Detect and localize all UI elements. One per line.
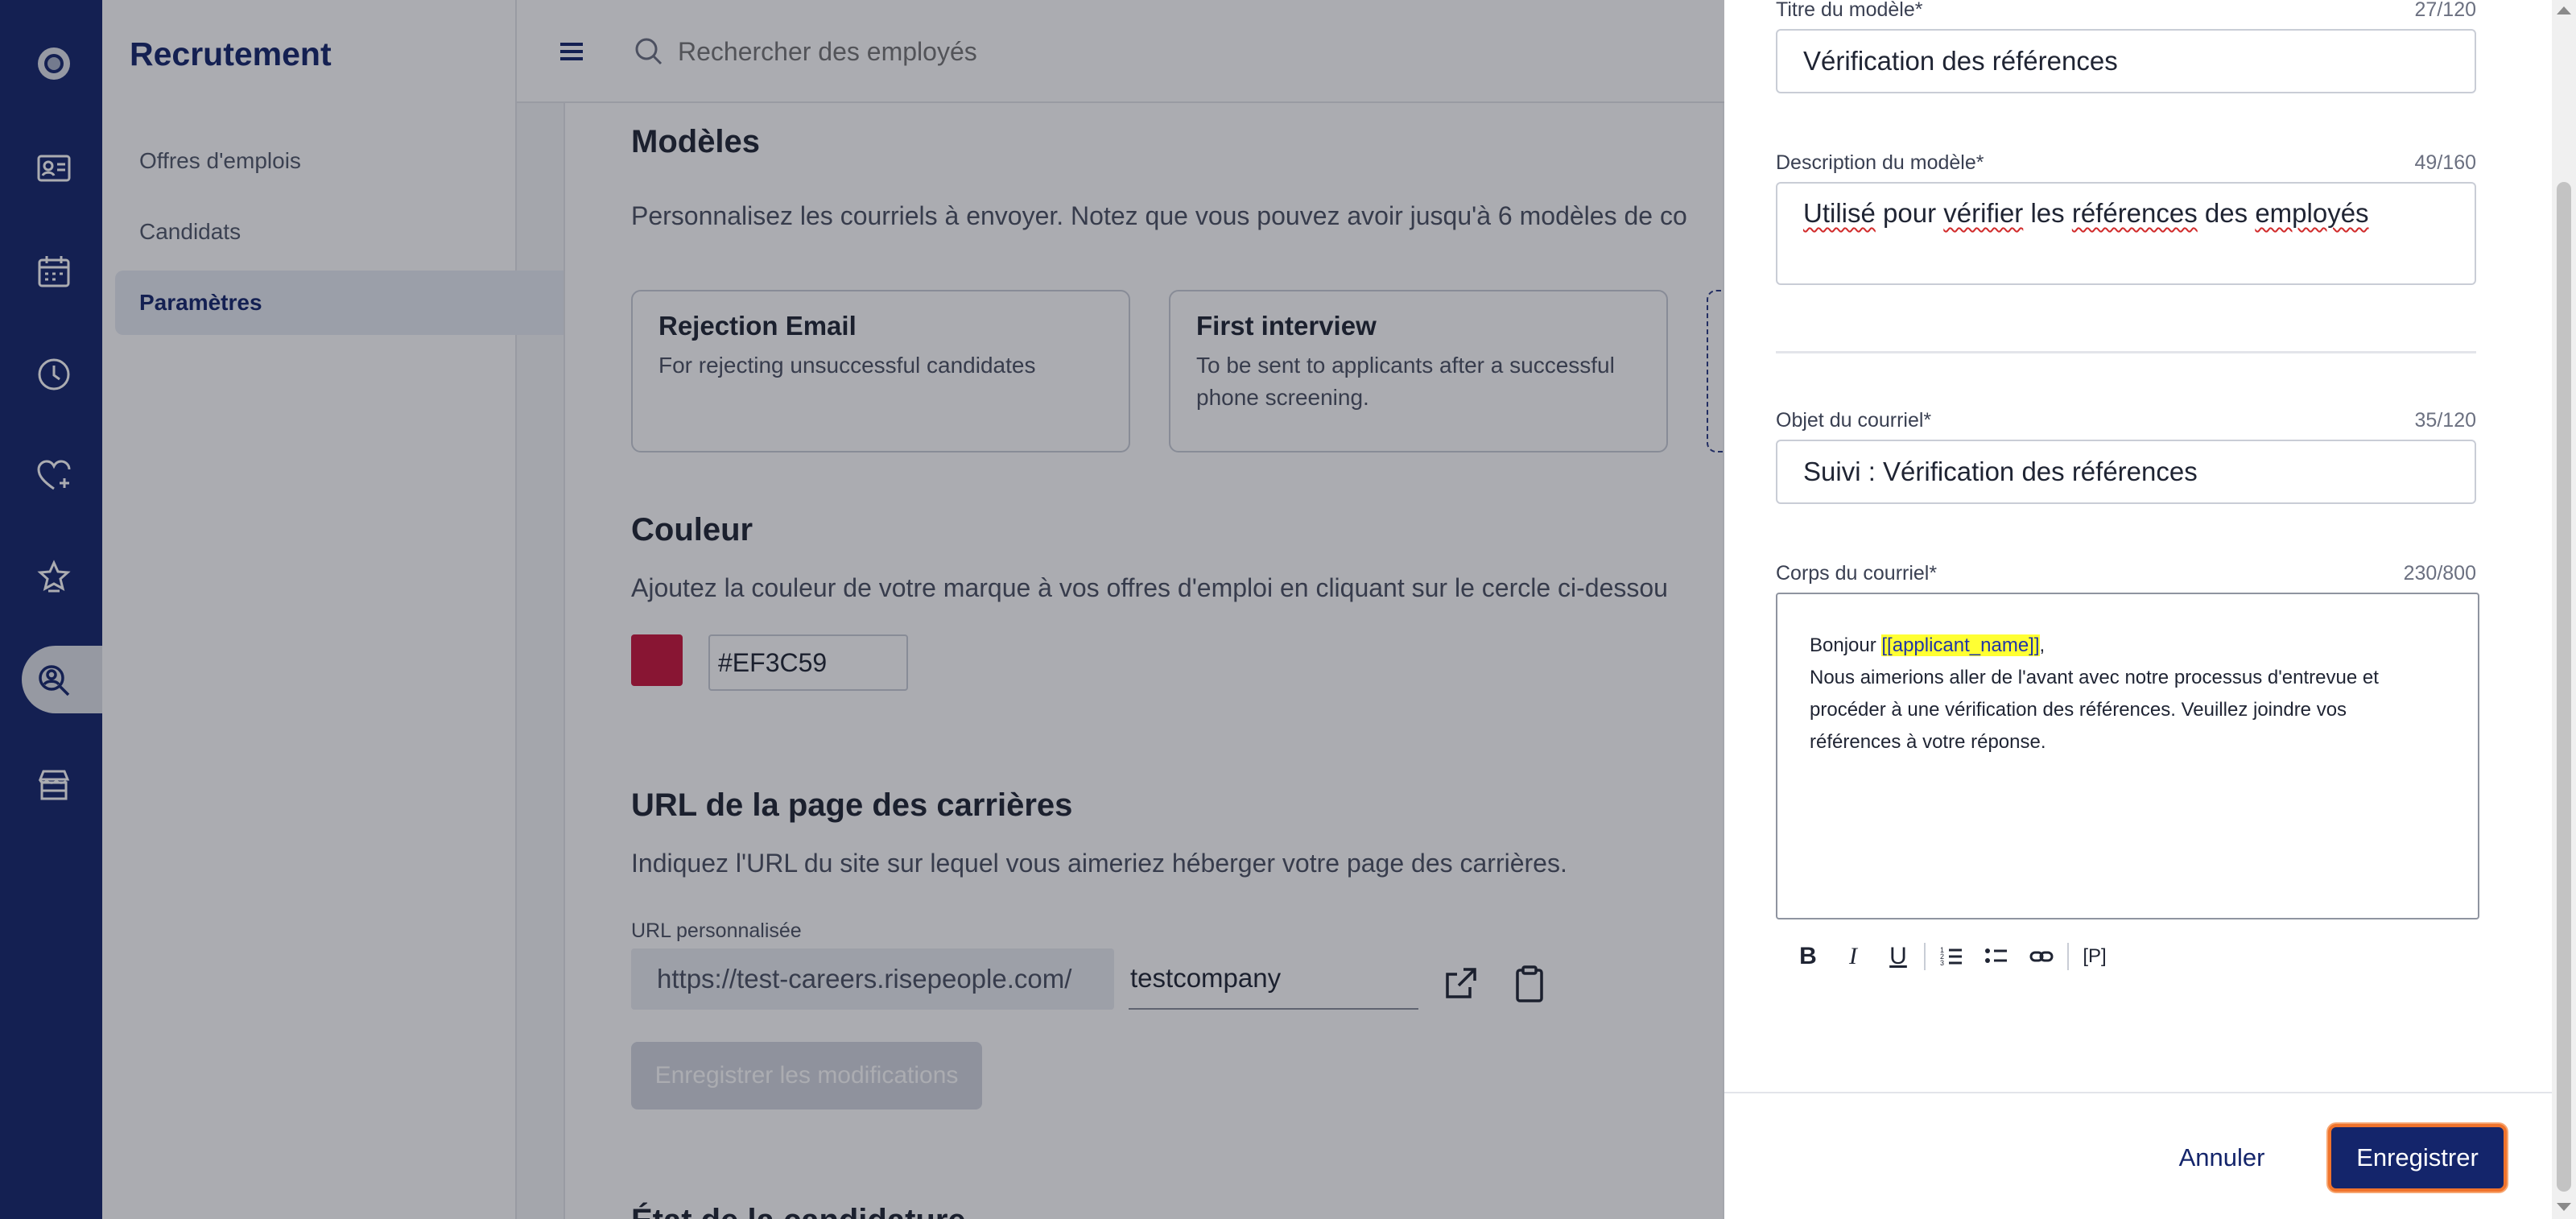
- bold-button[interactable]: B: [1785, 937, 1831, 976]
- template-edit-panel: Titre du modèle* 27/120 Description du m…: [1724, 0, 2552, 1219]
- word: des: [2204, 198, 2248, 228]
- template-title-input[interactable]: [1776, 29, 2476, 93]
- subject-input[interactable]: [1776, 440, 2476, 504]
- template-desc-textarea[interactable]: Utilisé pour vérifier les références des…: [1776, 182, 2476, 285]
- word: références: [2071, 198, 2198, 228]
- email-body-editor[interactable]: Bonjour [[applicant_name]], Nous aimerio…: [1776, 593, 2479, 919]
- word: Utilisé: [1803, 198, 1876, 228]
- body-line: Nous aimerions aller de l'avant avec not…: [1810, 667, 2379, 688]
- bullet-list-icon: [1985, 948, 2007, 963]
- scroll-up-icon[interactable]: [2557, 6, 2571, 14]
- body-line: références à votre réponse.: [1810, 731, 2046, 753]
- svg-text:3: 3: [1940, 959, 1944, 967]
- scroll-down-icon[interactable]: [2557, 1203, 2571, 1211]
- italic-button[interactable]: I: [1831, 937, 1876, 976]
- section-divider: [1776, 351, 2476, 353]
- body-greeting-line: Bonjour [[applicant_name]],: [1810, 630, 2446, 662]
- bullet-list-button[interactable]: [1974, 937, 2019, 976]
- link-icon: [2029, 951, 2054, 962]
- ordered-list-button[interactable]: 123: [1929, 937, 1974, 976]
- greeting-comma: ,: [2039, 634, 2046, 656]
- ordered-list-icon: 123: [1940, 946, 1962, 967]
- template-title-count: 27/120: [2414, 0, 2476, 21]
- formatting-toolbar: B I U 123 [P]: [1785, 937, 2117, 976]
- template-desc-label: Description du modèle*: [1776, 151, 1984, 174]
- word: les: [2030, 198, 2065, 228]
- greeting-text: Bonjour: [1810, 634, 1882, 656]
- body-label: Corps du courriel*: [1776, 562, 1938, 585]
- toolbar-separator: [1924, 943, 1926, 970]
- toolbar-separator: [2067, 943, 2069, 970]
- save-button[interactable]: Enregistrer: [2328, 1124, 2507, 1192]
- template-title-label: Titre du modèle*: [1776, 0, 1923, 21]
- word: vérifier: [1943, 198, 2024, 228]
- panel-footer-divider: [1724, 1092, 2552, 1093]
- app-root: Recrutement Offres d'emplois Candidats P…: [0, 0, 2576, 1219]
- body-count: 230/800: [2403, 562, 2476, 585]
- word: employés: [2255, 198, 2369, 228]
- template-desc-count: 49/160: [2414, 151, 2476, 174]
- link-button[interactable]: [2019, 937, 2064, 976]
- scroll-thumb[interactable]: [2557, 182, 2571, 1192]
- applicant-name-placeholder[interactable]: [[applicant_name]]: [1881, 634, 2040, 656]
- subject-label: Objet du courriel*: [1776, 409, 1932, 432]
- underline-button[interactable]: U: [1876, 937, 1921, 976]
- modal-backdrop[interactable]: [0, 0, 1724, 1219]
- subject-count: 35/120: [2414, 409, 2476, 432]
- body-line: procéder à une vérification des référenc…: [1810, 699, 2347, 721]
- cancel-button[interactable]: Annuler: [2164, 1126, 2280, 1190]
- word: pour: [1883, 198, 1937, 228]
- insert-placeholder-button[interactable]: [P]: [2072, 937, 2117, 976]
